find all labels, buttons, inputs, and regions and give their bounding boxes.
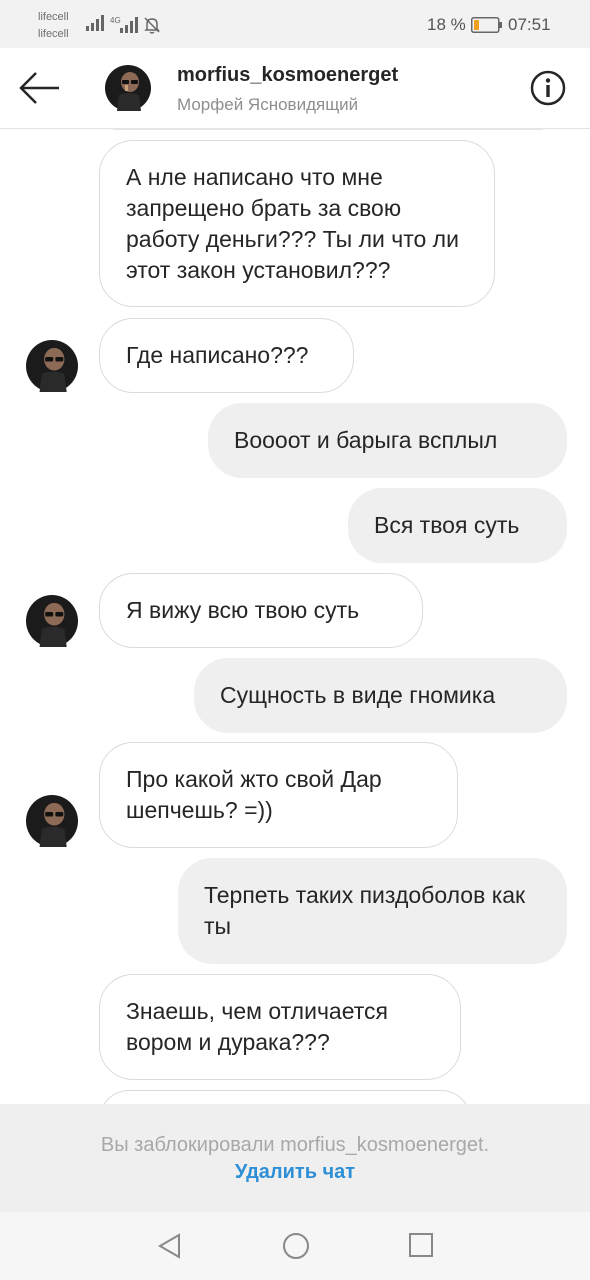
message-incoming[interactable]: А нле написано что мне запрещено брать з…: [99, 140, 495, 307]
carrier-name-2: lifecell: [38, 28, 69, 40]
chat-username[interactable]: morfius_kosmoenerget: [177, 64, 398, 87]
avatar[interactable]: [105, 65, 151, 111]
message-incoming[interactable]: Где написано???: [99, 318, 354, 393]
carrier-name-1: lifecell: [38, 11, 69, 23]
nav-home-icon[interactable]: [282, 1232, 310, 1260]
avatar[interactable]: [26, 595, 78, 647]
network-type-label: 4G: [110, 16, 121, 25]
avatar[interactable]: [26, 340, 78, 392]
message-incoming[interactable]: Я вижу всю твою суть: [99, 573, 423, 648]
status-bar: lifecell lifecell 4G 18 % 07:51: [0, 0, 590, 48]
system-nav-bar: [0, 1212, 590, 1280]
battery-percentage: 18 %: [427, 15, 466, 34]
message-incoming[interactable]: Про какой жто свой Дар шепчешь? =)): [99, 742, 458, 848]
nav-recents-icon[interactable]: [408, 1232, 434, 1258]
message-outgoing[interactable]: Терпеть таких пиздоболов как ты: [178, 858, 567, 964]
nav-back-icon[interactable]: [157, 1232, 183, 1260]
chat-header: morfius_kosmoenerget Морфей Ясновидящий: [0, 48, 590, 129]
message-outgoing[interactable]: Воооот и барыга всплыл: [208, 403, 567, 478]
back-arrow-icon[interactable]: [18, 70, 62, 106]
info-icon[interactable]: [530, 70, 566, 106]
delete-chat-button[interactable]: Удалить чат: [0, 1161, 590, 1184]
battery-icon: [471, 17, 502, 33]
message-outgoing[interactable]: Вся твоя суть: [348, 488, 567, 563]
mute-bell-icon: [144, 17, 160, 34]
signal-icon: [86, 15, 104, 31]
chat-full-name: Морфей Ясновидящий: [177, 95, 359, 114]
blocked-text: Вы заблокировали morfius_kosmoenerget.: [100, 1134, 490, 1156]
signal-4g-icon: 4G: [110, 16, 138, 33]
avatar[interactable]: [26, 795, 78, 847]
message-outgoing[interactable]: Сущность в виде гномика: [194, 658, 567, 733]
status-time: 07:51: [508, 15, 551, 34]
message-incoming[interactable]: Знаешь, чем отличается вором и дурака???: [99, 974, 461, 1080]
scrolled-bubble-edge: [113, 128, 543, 130]
blocked-notice: Вы заблокировали morfius_kosmoenerget. У…: [0, 1104, 590, 1212]
